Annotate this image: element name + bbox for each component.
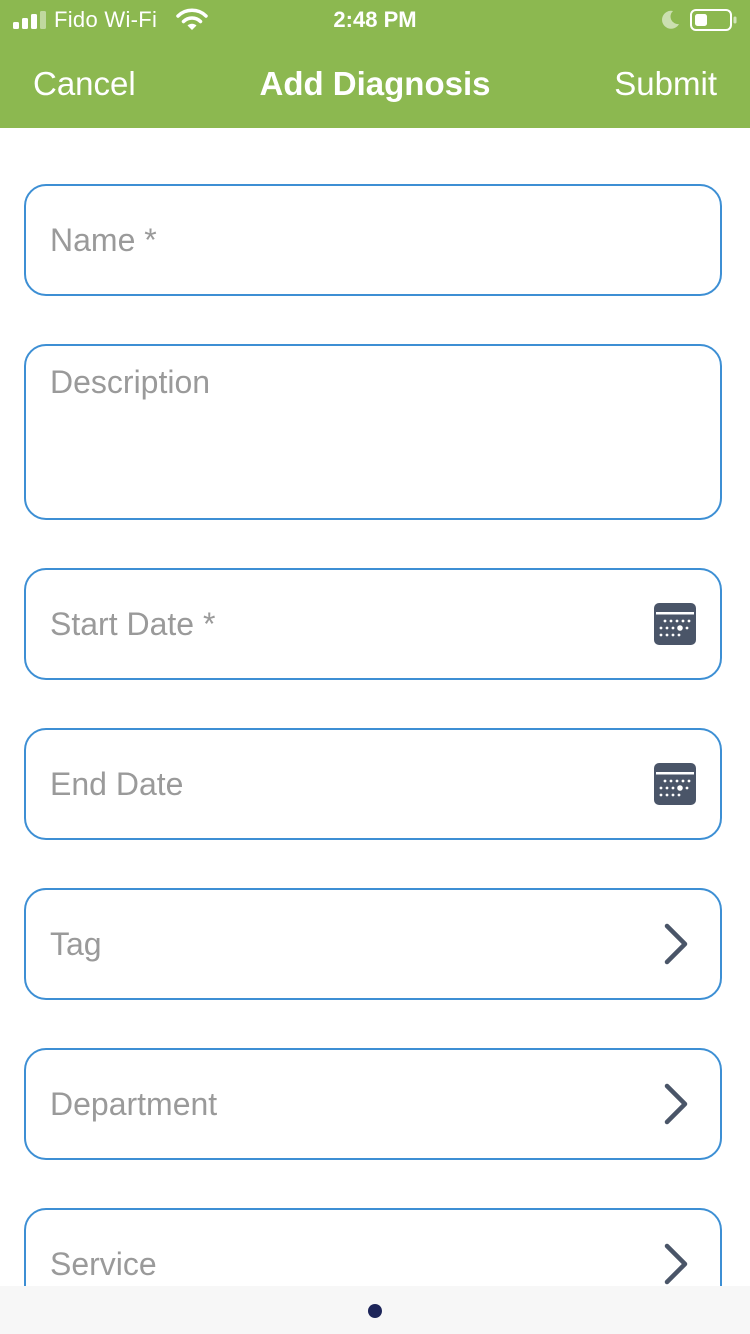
end-date-placeholder: End Date xyxy=(50,766,184,802)
status-bar: Fido Wi-Fi 2:48 PM xyxy=(0,0,750,40)
navigation-header: Fido Wi-Fi 2:48 PM Cancel Add Diagnosis … xyxy=(0,0,750,128)
name-placeholder: Name * xyxy=(50,222,157,258)
name-field[interactable]: Name * xyxy=(24,184,722,296)
page-indicator-dot xyxy=(368,1304,382,1318)
chevron-right-icon xyxy=(664,1083,688,1125)
chevron-right-icon xyxy=(664,1243,688,1285)
battery-icon xyxy=(690,9,737,31)
status-time: 2:48 PM xyxy=(333,7,417,32)
calendar-icon[interactable] xyxy=(654,763,696,805)
description-placeholder: Description xyxy=(50,364,211,400)
department-label: Department xyxy=(50,1086,218,1122)
tag-label: Tag xyxy=(50,926,102,962)
calendar-icon[interactable] xyxy=(654,603,696,645)
end-date-field[interactable]: End Date xyxy=(24,728,722,840)
department-selector[interactable]: Department xyxy=(24,1048,722,1160)
description-field[interactable]: Description xyxy=(24,344,722,520)
submit-button[interactable]: Submit xyxy=(614,64,717,104)
service-label: Service xyxy=(50,1246,157,1282)
moon-icon xyxy=(662,10,679,29)
start-date-field[interactable]: Start Date * xyxy=(24,568,722,680)
tag-selector[interactable]: Tag xyxy=(24,888,722,1000)
chevron-right-icon xyxy=(664,923,688,965)
start-date-placeholder: Start Date * xyxy=(50,606,216,642)
bottom-bar xyxy=(0,1286,750,1334)
